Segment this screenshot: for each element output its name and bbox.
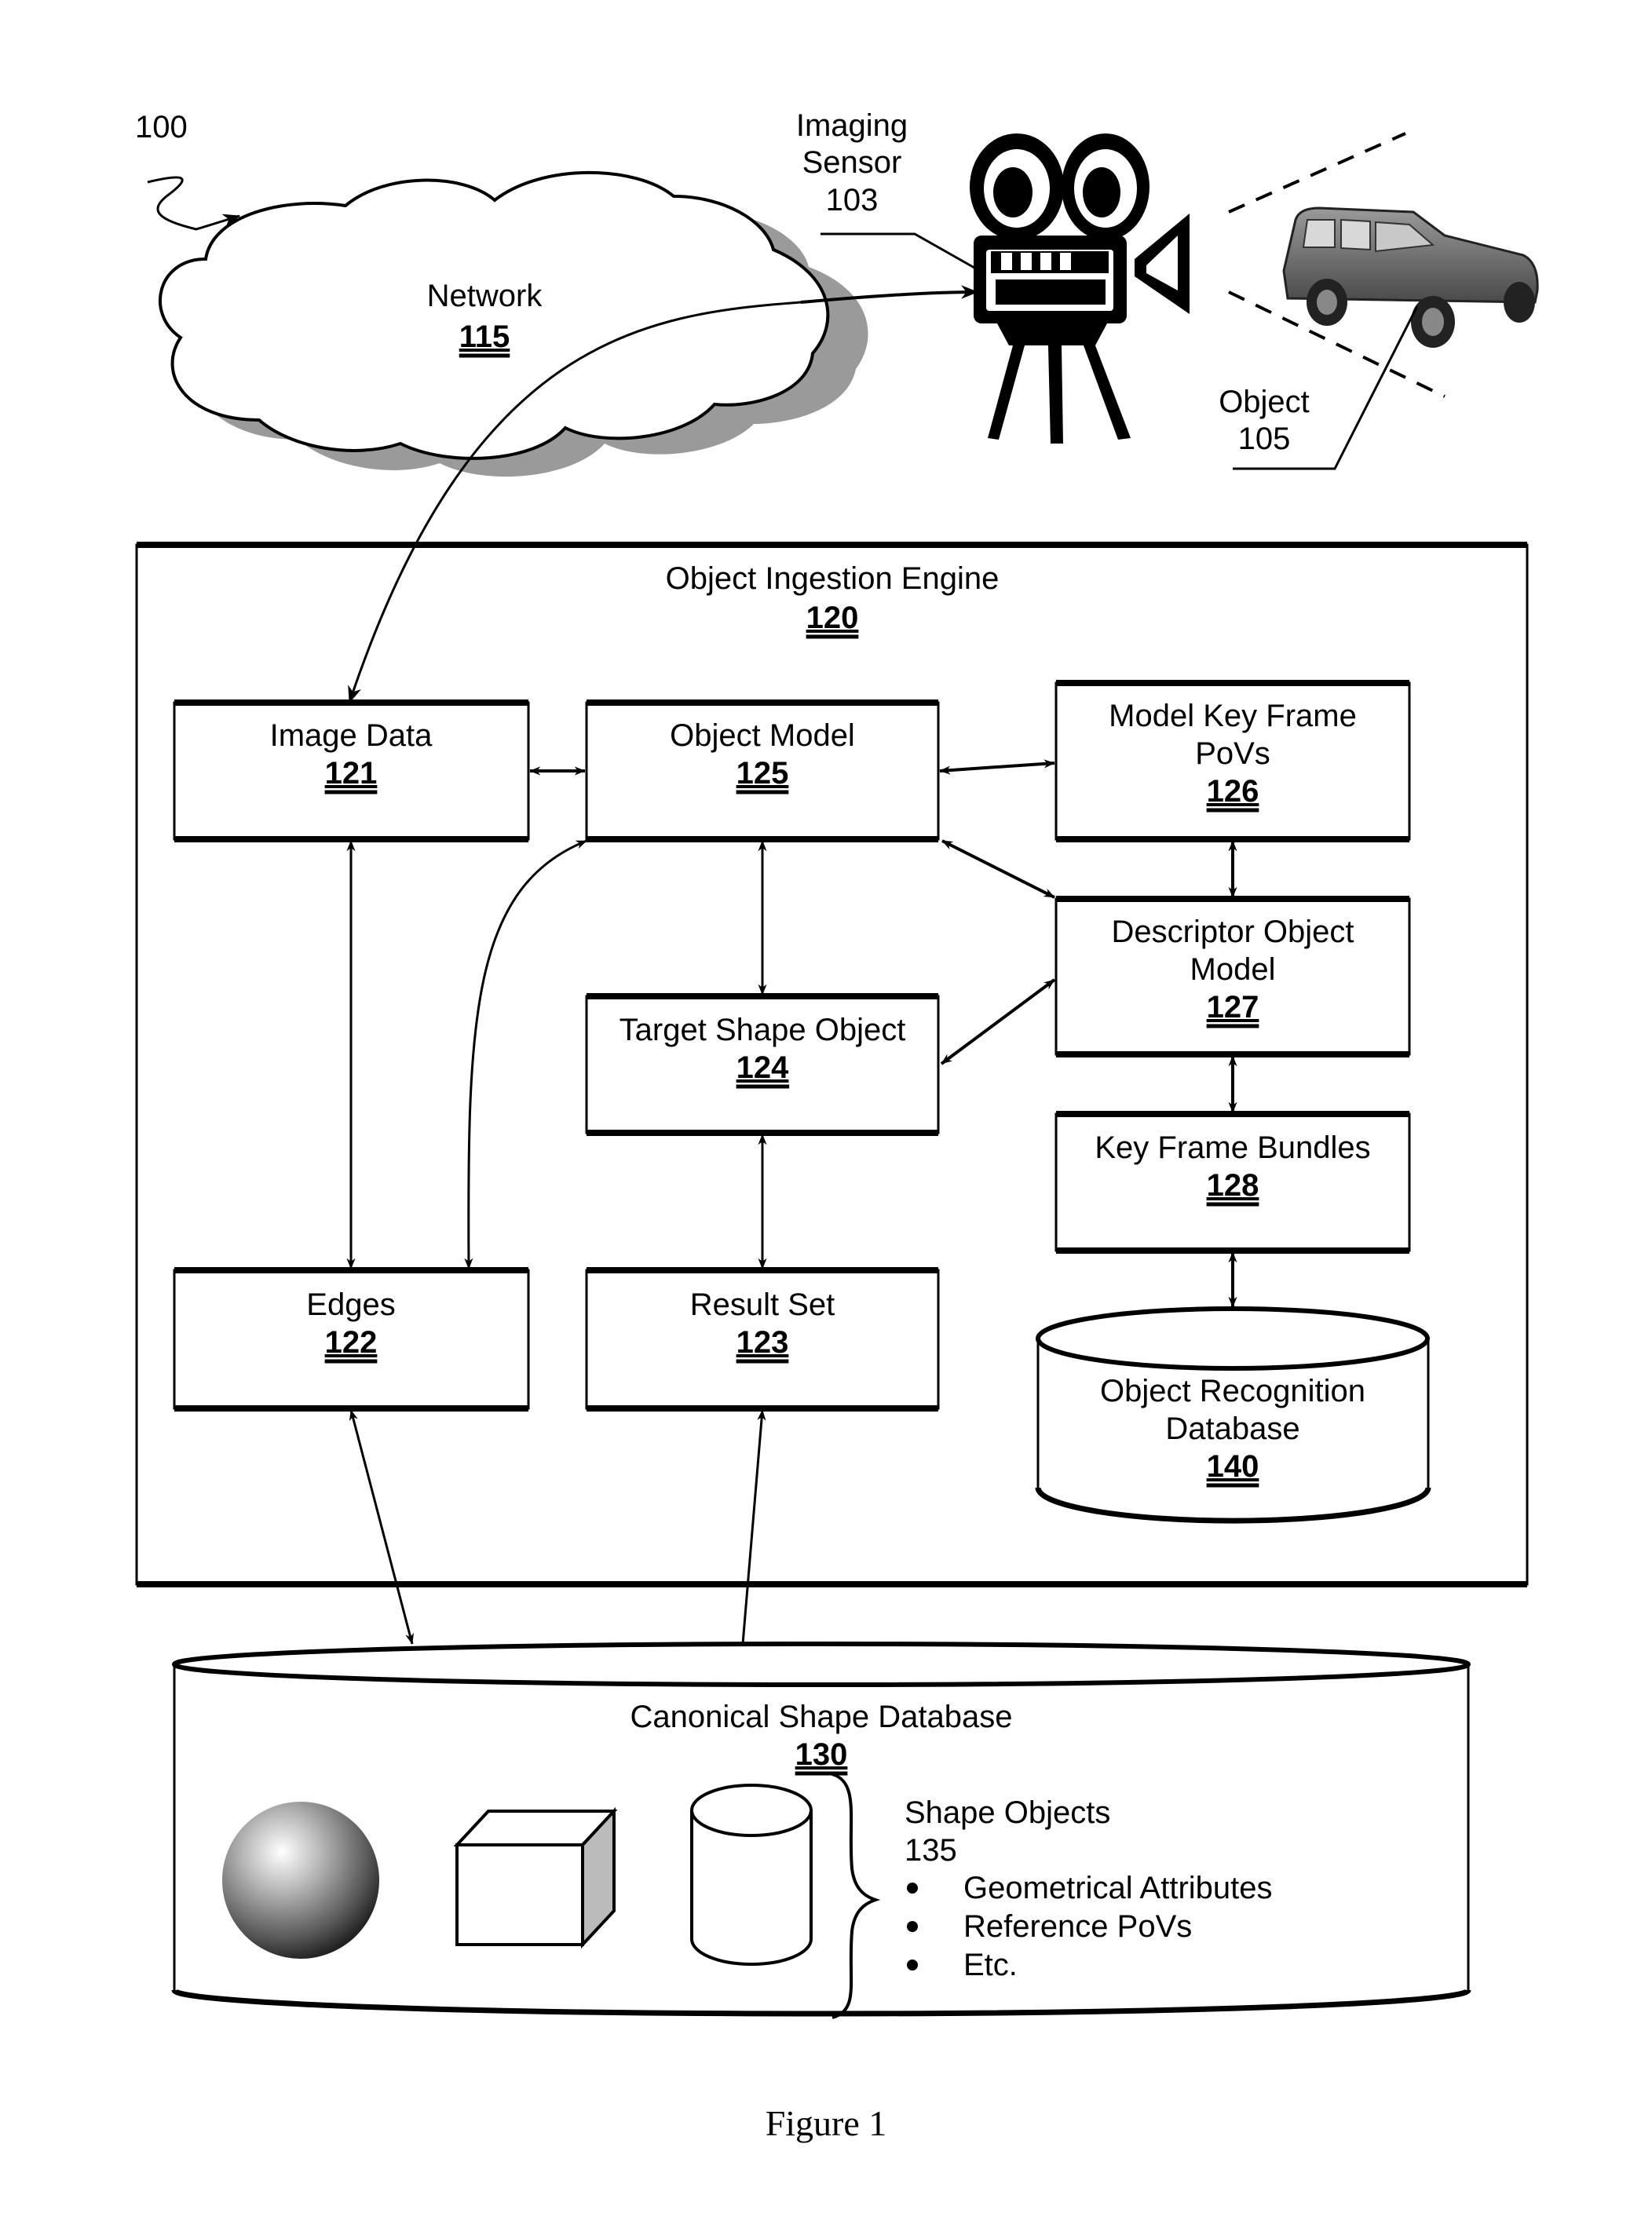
- key-frame-bundles-number: 128: [1207, 1168, 1259, 1203]
- figure-ref-label: 100: [135, 110, 188, 144]
- sensor-number: 103: [826, 183, 879, 217]
- suv-car-icon: [1282, 206, 1539, 348]
- cylinder-icon: [690, 1784, 813, 1966]
- sensor-label-line2: Sensor: [802, 145, 902, 180]
- object-label: Object: [1219, 385, 1310, 419]
- object-model-number: 125: [736, 756, 789, 791]
- descriptor-label-line2: Model: [1190, 952, 1276, 987]
- network-label: Network: [427, 279, 543, 313]
- bullet-icon: [907, 1960, 918, 1971]
- sphere-icon: [222, 1802, 379, 1959]
- shape-attr-bullet-2: Reference PoVs: [963, 1909, 1192, 1944]
- engine-label: Object Ingestion Engine: [666, 561, 1000, 596]
- ordb-number: 140: [1207, 1449, 1259, 1484]
- figure-ref-arrow: [147, 176, 241, 231]
- descriptor-number: 127: [1207, 990, 1259, 1025]
- image-data-label: Image Data: [270, 718, 433, 753]
- object-model-label: Object Model: [670, 718, 855, 753]
- shape-attr-bullet-1: Geometrical Attributes: [963, 1871, 1273, 1905]
- network-cloud: [159, 170, 868, 477]
- shape-objects-label: Shape Objects: [905, 1795, 1110, 1830]
- edges-canonical-db-arrow: [349, 1409, 415, 1645]
- object-number: 105: [1238, 422, 1291, 456]
- descriptor-object-model-box[interactable]: Descriptor Object Model 127: [1054, 896, 1411, 1057]
- target-shape-label: Target Shape Object: [620, 1013, 906, 1047]
- figure-diagram: 100 Network 115 Imaging Sensor 103 Objec…: [135, 108, 1539, 2143]
- result-set-number: 123: [736, 1325, 789, 1360]
- edges-label: Edges: [306, 1287, 395, 1322]
- target-shape-descriptor-arrow: [940, 978, 1056, 1065]
- object-model-key-frame-arrow: [939, 759, 1055, 775]
- network-number: 115: [459, 320, 510, 354]
- canonical-db-result-set-arrow: [741, 1409, 766, 1645]
- descriptor-label-line1: Descriptor Object: [1112, 915, 1354, 949]
- canonical-db-number: 130: [795, 1737, 848, 1772]
- edges-number: 122: [325, 1325, 378, 1360]
- shape-attr-bullet-3: Etc.: [963, 1948, 1018, 1982]
- fov-line-upper: [1228, 132, 1406, 214]
- result-set-label: Result Set: [690, 1287, 835, 1322]
- result-set-box[interactable]: Result Set 123: [585, 1267, 940, 1412]
- canonical-db-label: Canonical Shape Database: [630, 1700, 1012, 1734]
- object-model-box[interactable]: Object Model 125: [585, 699, 940, 842]
- edges-object-model-arrow: [464, 839, 587, 1269]
- sensor-leader-line: [821, 232, 981, 272]
- bullet-icon: [907, 1921, 918, 1932]
- edges-box[interactable]: Edges 122: [173, 1267, 530, 1412]
- key-frame-bundles-box[interactable]: Key Frame Bundles 128: [1054, 1111, 1411, 1254]
- image-data-box[interactable]: Image Data 121: [173, 699, 530, 842]
- object-model-descriptor-arrow: [941, 839, 1055, 899]
- canonical-shape-database-cylinder[interactable]: Canonical Shape Database 130: [171, 1642, 1471, 2017]
- model-key-frame-label-line1: Model Key Frame: [1109, 699, 1357, 733]
- model-key-frame-number: 126: [1207, 774, 1259, 809]
- movie-camera-icon: [970, 133, 1190, 444]
- bullet-icon: [907, 1883, 918, 1894]
- model-key-frame-povs-box[interactable]: Model Key Frame PoVs 126: [1054, 680, 1411, 842]
- key-frame-bundles-label: Key Frame Bundles: [1095, 1130, 1370, 1165]
- target-shape-number: 124: [736, 1050, 789, 1085]
- shape-objects-number: 135: [905, 1833, 957, 1868]
- figure-caption: Figure 1: [766, 2103, 887, 2143]
- engine-number: 120: [806, 601, 859, 635]
- cube-icon: [453, 1806, 618, 1949]
- ordb-label-line1: Object Recognition: [1100, 1374, 1365, 1408]
- image-data-number: 121: [325, 756, 378, 791]
- target-shape-object-box[interactable]: Target Shape Object 124: [585, 993, 940, 1136]
- sensor-label-line1: Imaging: [796, 108, 908, 143]
- ordb-label-line2: Database: [1165, 1412, 1299, 1446]
- object-recognition-database-cylinder[interactable]: Object Recognition Database 140: [1035, 1306, 1431, 1524]
- model-key-frame-label-line2: PoVs: [1195, 736, 1270, 771]
